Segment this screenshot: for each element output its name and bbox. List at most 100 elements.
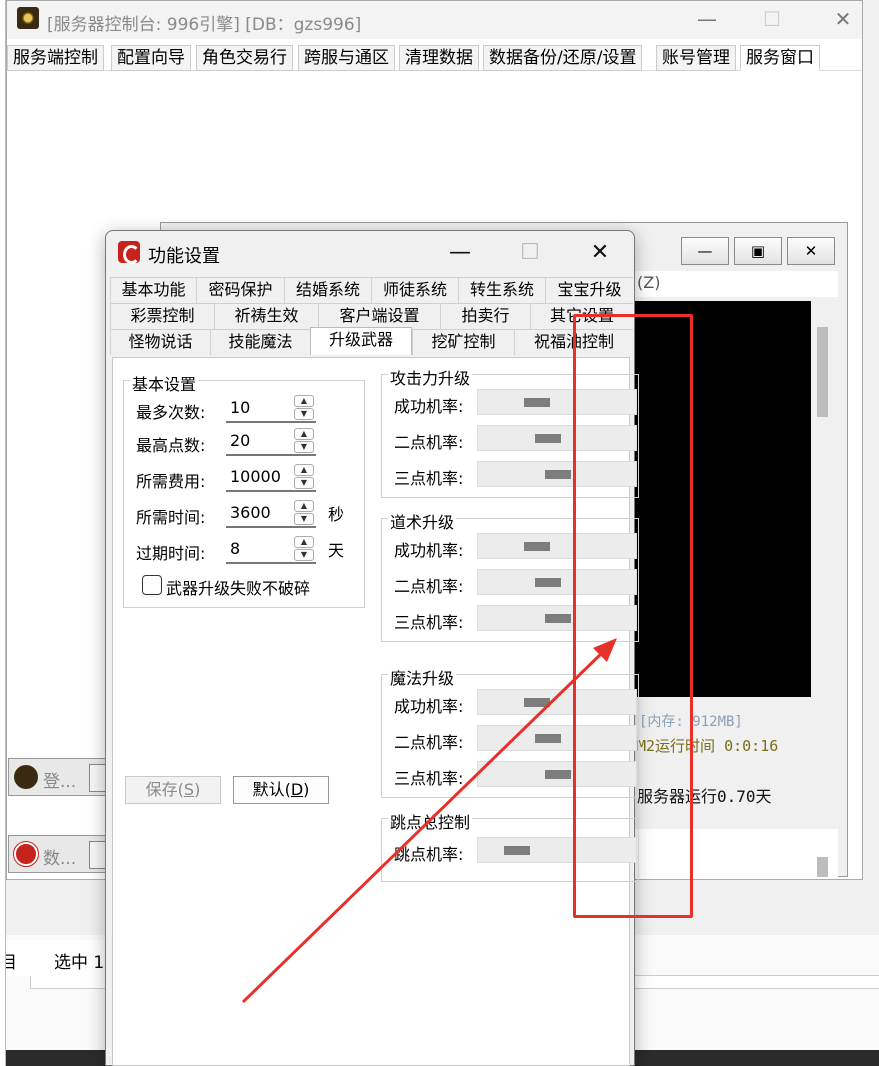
chevron-down-icon[interactable]: ▼ [294,549,314,561]
console-scroll-thumb[interactable] [817,327,828,417]
required-cost-spinbox[interactable]: 10000 ▲ ▼ [226,462,316,492]
tab-auction-house[interactable]: 拍卖行 [440,303,530,329]
menu-service-window[interactable]: 服务窗口 [740,45,820,71]
magic-upgrade-title: 魔法升级 [388,665,457,689]
main-maximize-button[interactable]: ☐ [757,7,787,31]
login-window-label: 登... [43,772,77,792]
basic-settings-title: 基本设置 [130,371,199,395]
menu-backup-restore[interactable]: 数据备份/还原/设置 [483,45,643,71]
no-break-on-fail-label[interactable]: 武器升级失败不破碎 [166,575,310,599]
expire-time-spinbox[interactable]: 8 ▲ ▼ [226,534,316,564]
jump-point-control-title: 跳点总控制 [388,809,473,833]
function-settings-dialog: 功能设置 — ☐ ✕ 基本功能 密码保护 结婚系统 师徒系统 转生系统 宝宝升级… [105,230,639,1066]
chevron-up-icon[interactable]: ▲ [294,428,314,440]
magic-three-point-rate-label: 三点机率: [394,769,464,788]
menu-account-management[interactable]: 账号管理 [656,45,736,71]
slider-thumb[interactable] [524,542,550,551]
tab-weapon-upgrade[interactable]: 升级武器 [310,327,412,355]
default-button-text: 默认( [252,780,291,799]
dialog-close-button[interactable]: ✕ [582,239,618,267]
slider-thumb[interactable] [545,470,571,479]
basic-settings-group: 基本设置 最多次数: 10 ▲ ▼ 最高点数: 20 ▲ ▼ 所需费用: 10000… [123,371,365,608]
default-button[interactable]: 默认(D) [233,776,329,804]
collapsed-db-window[interactable]: 数... [8,835,109,873]
max-points-spinbox[interactable]: 20 ▲ ▼ [226,426,316,456]
main-minimize-button[interactable]: — [692,7,722,31]
console-minimize-button[interactable]: — [681,237,729,265]
slider-thumb[interactable] [535,578,561,587]
taoism-upgrade-title: 道术升级 [388,509,457,533]
slider-thumb[interactable] [535,434,561,443]
seconds-unit: 秒 [328,505,345,524]
tab-skill-magic[interactable]: 技能魔法 [210,329,310,355]
menu-server-control[interactable]: 服务端控制 [7,45,104,71]
attack-success-rate-label: 成功机率: [394,397,464,416]
chevron-up-icon[interactable]: ▲ [294,395,314,407]
tab-monster-speech[interactable]: 怪物说话 [110,329,210,355]
required-cost-value: 10000 [230,467,281,486]
main-title-bar[interactable]: [服务器控制台: 996引擎] [DB：gzs996] — ☐ ✕ [7,1,862,39]
tab-lottery-control[interactable]: 彩票控制 [110,303,214,329]
chevron-up-icon[interactable]: ▲ [294,464,314,476]
main-menu-tabs: 服务端控制 配置向导 角色交易行 跨服与通区 清理数据 数据备份/还原/设置 账… [7,41,862,71]
chevron-down-icon[interactable]: ▼ [294,441,314,453]
magic-two-point-rate-label: 二点机率: [394,733,464,752]
tab-marriage-system[interactable]: 结婚系统 [284,277,371,303]
console-maximize-button[interactable]: ▣ [734,237,782,265]
required-time-spinbox[interactable]: 3600 ▲ ▼ [226,498,316,528]
max-attempts-spinbox[interactable]: 10 ▲ ▼ [226,393,316,423]
chevron-down-icon[interactable]: ▼ [294,408,314,420]
slider-thumb[interactable] [524,398,550,407]
chevron-down-icon[interactable]: ▼ [294,513,314,525]
max-attempts-label: 最多次数: [136,403,206,422]
console-menu-strip [631,271,838,297]
db-window-label: 数... [43,849,77,869]
attack-two-point-rate-label: 二点机率: [394,433,464,452]
dialog-app-icon [118,241,140,264]
explorer-status-bar: 目 选中 1 [0,940,110,976]
weapon-upgrade-panel: 基本设置 最多次数: 10 ▲ ▼ 最高点数: 20 ▲ ▼ 所需费用: 10000… [112,357,639,1066]
tab-password-protect[interactable]: 密码保护 [196,277,284,303]
default-button-close-paren: ) [303,780,310,799]
menu-cross-server[interactable]: 跨服与通区 [298,45,395,71]
tab-rebirth-system[interactable]: 转生系统 [458,277,545,303]
console-close-button[interactable]: ✕ [787,237,835,265]
menu-clear-data[interactable]: 清理数据 [399,45,479,71]
tab-mining-control[interactable]: 挖矿控制 [412,329,514,355]
tab-client-settings[interactable]: 客户端设置 [318,303,440,329]
save-button[interactable]: 保存(S) [125,776,221,804]
slider-thumb[interactable] [535,734,561,743]
expire-time-value: 8 [230,539,241,558]
console-menu-z[interactable]: (Z) [637,273,660,292]
tab-basic-function[interactable]: 基本功能 [110,277,196,303]
dialog-maximize-button[interactable]: ☐ [512,239,548,267]
default-button-hotkey: D [290,780,304,799]
console-lower-scroll-thumb[interactable] [817,857,828,877]
max-points-value: 20 [230,431,251,450]
tab-mentor-system[interactable]: 师徒系统 [371,277,458,303]
collapsed-login-window[interactable]: 登... [8,758,109,796]
required-cost-label: 所需费用: [136,472,206,491]
tab-pet-upgrade[interactable]: 宝宝升级 [545,277,633,303]
no-break-on-fail-checkbox[interactable] [142,575,162,595]
taoism-three-point-rate-label: 三点机率: [394,613,464,632]
main-close-button[interactable]: ✕ [828,7,858,31]
slider-thumb[interactable] [524,698,550,707]
menu-config-wizard[interactable]: 配置向导 [111,45,191,71]
required-time-value: 3600 [230,503,271,522]
tab-prayer-effect[interactable]: 祈祷生效 [214,303,318,329]
login-app-icon [14,765,38,789]
slider-thumb[interactable] [545,770,571,779]
slider-thumb[interactable] [545,614,571,623]
attack-three-point-rate-label: 三点机率: [394,469,464,488]
slider-thumb[interactable] [504,846,530,855]
chevron-down-icon[interactable]: ▼ [294,477,314,489]
save-button-hotkey: S [183,780,195,799]
dialog-minimize-button[interactable]: — [442,239,478,267]
expire-time-label: 过期时间: [136,544,206,563]
jump-point-rate-label: 跳点机率: [394,845,464,864]
menu-role-trade[interactable]: 角色交易行 [196,45,293,71]
chevron-up-icon[interactable]: ▲ [294,500,314,512]
dialog-title-bar[interactable]: 功能设置 — ☐ ✕ [106,231,634,273]
chevron-up-icon[interactable]: ▲ [294,536,314,548]
